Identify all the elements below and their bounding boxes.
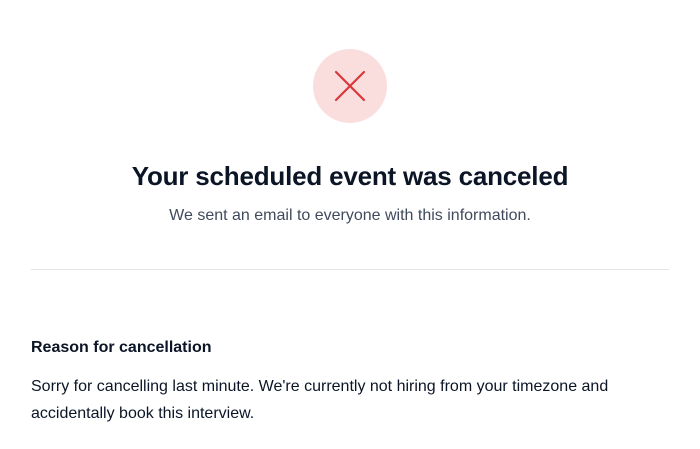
close-x-icon [334, 70, 366, 102]
page-title: Your scheduled event was canceled [131, 161, 569, 191]
reason-heading: Reason for cancellation [31, 339, 212, 356]
divider [31, 269, 669, 270]
page-subtitle: We sent an email to everyone with this i… [169, 207, 531, 224]
reason-text: Sorry for cancelling last minute. We're … [31, 378, 609, 422]
canceled-status-badge [313, 49, 387, 123]
cancellation-card: Your scheduled event was canceled We sen… [0, 0, 700, 449]
